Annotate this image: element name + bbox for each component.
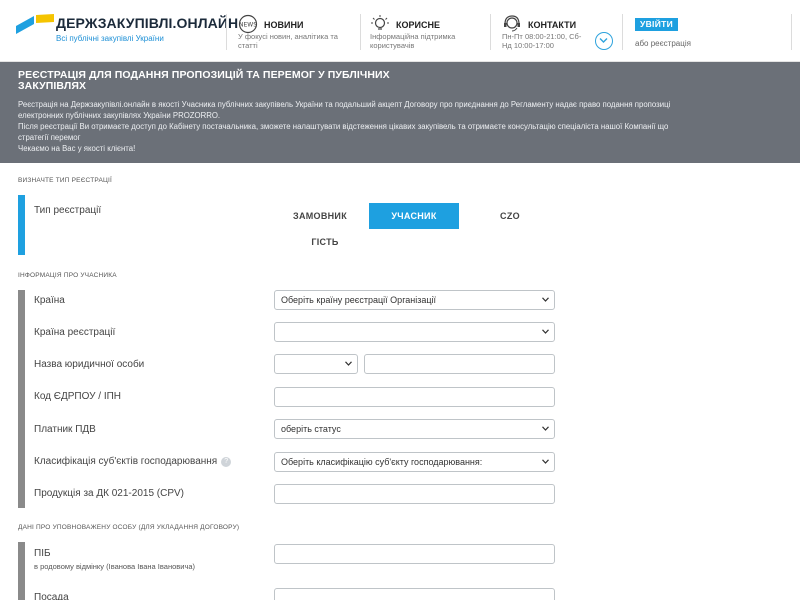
chevron-down-icon	[345, 361, 352, 366]
type-option-guest[interactable]: ГІСТЬ	[295, 230, 355, 254]
legal-name-input[interactable]	[364, 354, 555, 374]
section-label-authorized: ДАНІ ПРО УПОВНОВАЖЕНУ ОСОБУ (ДЛЯ УКЛАДАН…	[18, 524, 240, 531]
position-label: Посада	[34, 592, 69, 600]
section-label-type: ВИЗНАЧТЕ ТИП РЕЄСТРАЦІЇ	[18, 177, 113, 184]
nav-useful-title: КОРИСНЕ	[396, 20, 440, 30]
vat-status-value: оберіть статус	[281, 424, 341, 434]
vat-status-select[interactable]: оберіть статус	[274, 419, 555, 439]
type-option-customer[interactable]: ЗАМОВНИК	[280, 203, 360, 229]
registration-country-label: Країна реєстрації	[34, 327, 116, 338]
country-select[interactable]: Оберіть країну реєстрації Організації	[274, 290, 555, 310]
country-select-value: Оберіть країну реєстрації Організації	[281, 295, 437, 305]
login-button[interactable]: УВІЙТИ	[635, 18, 678, 31]
cpv-input[interactable]	[274, 484, 555, 504]
chevron-down-icon	[542, 426, 549, 431]
chevron-down-icon	[599, 38, 608, 43]
header-separator	[490, 14, 491, 50]
banner-line: електронних публічних закупівлях України…	[18, 111, 221, 120]
edrpou-label: Код ЄДРПОУ / ІПН	[34, 391, 122, 402]
classification-label-wrap: Класифікація суб'єктів господарювання?	[34, 456, 232, 467]
legal-form-select[interactable]	[274, 354, 358, 374]
registration-country-select[interactable]	[274, 322, 555, 342]
nav-contacts[interactable]: КОНТАКТИ Пн-Пт 08:00-21:00, Сб-Нд 10:00-…	[502, 12, 592, 54]
banner-line: Після реєстрації Ви отримаєте доступ до …	[18, 122, 669, 131]
support-agent-icon	[504, 15, 520, 32]
type-option-czo[interactable]: CZO	[480, 203, 540, 229]
banner-text: Реєстрація на Держзакупівлі.онлайн в яко…	[18, 99, 800, 154]
classification-label: Класифікація суб'єктів господарювання	[34, 456, 218, 467]
banner-line: стратегії перемог	[18, 133, 81, 142]
registration-banner: РЕЄСТРАЦІЯ ДЛЯ ПОДАННЯ ПРОПОЗИЦІЙ ТА ПЕР…	[0, 62, 800, 163]
nav-news[interactable]: NEWS НОВИНИ У фокусі новин, аналітика та…	[238, 12, 358, 54]
country-label: Країна	[34, 295, 65, 306]
header-separator	[360, 14, 361, 50]
nav-contacts-title: КОНТАКТИ	[528, 20, 577, 30]
section-accent-bar	[18, 542, 25, 600]
type-option-participant[interactable]: УЧАСНИК	[369, 203, 459, 229]
pib-input[interactable]	[274, 544, 555, 564]
help-icon[interactable]: ?	[221, 457, 232, 467]
vat-label: Платник ПДВ	[34, 424, 96, 435]
working-hours: Пн-Пт 08:00-21:00, Сб-Нд 10:00-17:00	[502, 32, 582, 50]
position-input[interactable]	[274, 588, 555, 600]
chevron-down-icon	[542, 329, 549, 334]
nav-useful-desc: Інформаційна підтримка користувачів	[370, 32, 456, 50]
header-separator	[226, 14, 227, 50]
banner-line: Реєстрація на Держзакупівлі.онлайн в яко…	[18, 100, 671, 109]
logo-subtitle: Всі публічні закупівлі України	[56, 34, 164, 43]
section-accent-bar	[18, 195, 25, 255]
nav-news-desc: У фокусі новин, аналітика та статті	[238, 32, 338, 50]
chevron-down-icon	[542, 459, 549, 464]
classification-value: Оберіть класифікацію суб'єкту господарюв…	[281, 457, 483, 467]
site-logo[interactable]: ДЕРЖЗАКУПІВЛІ.ОНЛАЙН Всі публічні закупі…	[16, 12, 238, 52]
legal-name-label: Назва юридичної особи	[34, 359, 145, 370]
classification-select[interactable]: Оберіть класифікацію суб'єкту господарюв…	[274, 452, 555, 472]
chevron-down-icon	[542, 297, 549, 302]
nav-useful[interactable]: КОРИСНЕ Інформаційна підтримка користува…	[370, 12, 480, 54]
section-accent-bar	[18, 290, 25, 508]
edrpou-input[interactable]	[274, 387, 555, 407]
section-label-participant: ІНФОРМАЦІЯ ПРО УЧАСНИКА	[18, 272, 117, 279]
logo-title: ДЕРЖЗАКУПІВЛІ.ОНЛАЙН	[56, 15, 239, 31]
banner-title: РЕЄСТРАЦІЯ ДЛЯ ПОДАННЯ ПРОПОЗИЦІЙ ТА ПЕР…	[18, 69, 390, 92]
site-header: ДЕРЖЗАКУПІВЛІ.ОНЛАЙН Всі публічні закупі…	[0, 0, 800, 62]
nav-news-title: НОВИНИ	[264, 20, 304, 30]
cpv-label: Продукція за ДК 021-2015 (CPV)	[34, 488, 185, 499]
pib-hint: в родовому відмінку (Іванова Івана Івано…	[34, 562, 196, 571]
svg-text:NEWS: NEWS	[239, 22, 257, 29]
banner-line: Чекаємо на Вас у якості клієнта!	[18, 144, 136, 153]
lightbulb-icon	[371, 15, 389, 30]
header-separator	[622, 14, 623, 50]
register-link[interactable]: або реєстрація	[635, 39, 691, 48]
header-separator	[791, 14, 792, 50]
header-menu-toggle[interactable]	[595, 32, 613, 50]
registration-type-label: Тип реєстрації	[34, 205, 102, 216]
logo-mark-icon	[16, 14, 54, 34]
news-icon: NEWS	[238, 14, 257, 34]
pib-label: ПІБ	[34, 548, 51, 559]
